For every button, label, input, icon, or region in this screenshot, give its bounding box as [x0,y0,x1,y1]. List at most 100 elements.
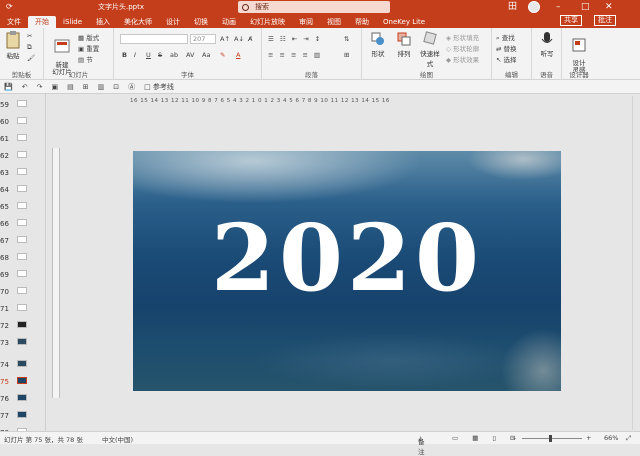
comments-button[interactable]: 批注 [594,15,616,26]
thumbnail-item[interactable]: 73 [0,334,40,352]
thumbnail-item[interactable]: 78 [0,424,40,431]
crop-icon[interactable]: ⊡ [113,83,119,91]
table-icon[interactable]: ▥ [98,83,105,91]
quick-styles-button[interactable]: 快速样式 [418,31,442,68]
tab-islide[interactable]: iSlide [56,16,89,28]
thumbnail-item[interactable]: 76 [0,390,40,408]
section-button[interactable]: ▤ 节 [78,54,93,64]
thumbnail-item[interactable]: 71 [0,300,40,318]
tab-transitions[interactable]: 切换 [187,16,215,28]
thumbnail-item[interactable]: 72 [0,317,40,335]
italic-button[interactable]: I [134,51,136,59]
group-editing: ⌕ 查找 ⇄ 替换 ↖ 选择 编辑 [492,28,532,80]
zoom-in-icon[interactable]: + [586,434,591,442]
vertical-scrollbar[interactable] [632,96,640,430]
thumbnail-item[interactable]: 62 [0,147,40,165]
font-name-input[interactable] [120,34,188,44]
shrink-font-icon[interactable]: A↓ [234,35,244,43]
select-button[interactable]: ↖ 选择 [496,54,517,64]
align-buttons[interactable]: ≡ ≡ ≡ ≡ ▥ [268,51,322,59]
tab-help[interactable]: 帮助 [348,16,376,28]
tab-review[interactable]: 审阅 [292,16,320,28]
tab-view[interactable]: 视图 [320,16,348,28]
zoom-out-icon[interactable]: – [513,434,516,442]
guides-checkbox[interactable]: □ 参考线 [144,82,174,92]
font-size-input[interactable]: 207 [190,34,216,44]
thumbnail-item[interactable]: 60 [0,113,40,131]
shape-fill-button[interactable]: ◈ 形状填充 [446,32,479,42]
thumbnail-item[interactable]: 66 [0,215,40,233]
layout-button[interactable]: ▦ 版式 [78,32,99,42]
reset-button[interactable]: ▣ 重置 [78,43,99,53]
grow-font-icon[interactable]: A↑ [220,35,230,43]
language-indicator[interactable]: 中文(中国) [102,434,133,444]
tab-file[interactable]: 文件 [0,16,28,28]
thumbnail-item[interactable]: 69 [0,266,40,284]
dictate-button[interactable]: 听写 [537,31,557,58]
list-buttons[interactable]: ☰ ☷ ⇤ ⇥ ↕ [268,35,322,43]
smartart-icon[interactable]: ⊞ [344,51,349,59]
shape-effects-button[interactable]: ◆ 形状效果 [446,54,479,64]
thumbnail-item[interactable]: 64 [0,181,40,199]
view-buttons[interactable]: ▭ ▦ ▯ ⊟ [452,434,522,442]
text-direction-icon[interactable]: ⇅ [344,35,349,43]
layout-icon-qat[interactable]: ▤ [67,83,74,91]
shape-button[interactable]: 形状 [368,31,388,58]
undo-icon[interactable]: ↶ [22,83,28,91]
shadow-button[interactable]: ab [170,51,178,59]
clear-format-icon[interactable]: A̸ [248,35,252,43]
fit-slide-icon[interactable]: ⤢ [626,434,631,443]
underline-button[interactable]: U [146,51,151,59]
thumbnail-item[interactable]: 61 [0,130,40,148]
ribbon-display-icon[interactable]: 田 [508,1,517,13]
user-avatar[interactable] [528,1,540,13]
strike-button[interactable]: S [158,51,162,59]
thumbnail-item[interactable]: 74 [0,356,40,374]
thumbnail-item[interactable]: 70 [0,283,40,301]
thumbnail-item-selected[interactable]: 75 [0,373,40,391]
slide-show-icon[interactable]: ▣ [51,83,58,91]
redo-icon[interactable]: ↷ [37,83,43,91]
tab-beautify[interactable]: 美化大师 [117,16,159,28]
tab-onekey[interactable]: OneKey Lite [376,16,432,28]
zoom-slider[interactable] [522,438,582,439]
zoom-slider-thumb[interactable] [549,435,552,442]
grid-icon[interactable]: ⊞ [83,83,89,91]
tab-animations[interactable]: 动画 [215,16,243,28]
bold-button[interactable]: B [122,51,127,59]
share-button[interactable]: 共享 [560,15,582,26]
zoom-level[interactable]: 66% [604,434,618,442]
save-icon[interactable]: 💾 [4,83,13,91]
close-icon[interactable]: ✕ [605,1,613,13]
maximize-icon[interactable]: □ [581,1,590,13]
font-color-icon[interactable]: A [236,51,240,59]
tab-home[interactable]: 开始 [28,16,56,28]
slide-canvas[interactable]: 2020 [133,151,561,391]
paste-button[interactable]: 粘贴 [4,31,22,60]
format-painter-icon[interactable]: 🖌 [27,54,35,62]
thumbnail-item[interactable]: 77 [0,407,40,425]
slide-title-year[interactable]: 2020 [133,203,561,313]
minimize-icon[interactable]: – [556,1,561,13]
tab-design[interactable]: 设计 [159,16,187,28]
thumbnail-item[interactable]: 68 [0,249,40,267]
highlight-icon[interactable]: ✎ [220,51,225,59]
tab-slideshow[interactable]: 幻灯片放映 [243,16,292,28]
replace-button[interactable]: ⇄ 替换 [496,43,517,53]
thumbnail-item[interactable]: 65 [0,198,40,216]
autosave-icon[interactable]: ⟳ [6,2,13,11]
design-ideas-button[interactable]: 设计 灵感 [566,31,592,74]
copy-icon[interactable]: ⧉ [27,43,32,52]
case-button[interactable]: Aa [202,51,210,59]
shape-outline-button[interactable]: ◇ 形状轮廓 [446,43,479,53]
tab-insert[interactable]: 插入 [89,16,117,28]
cut-icon[interactable]: ✂ [27,32,32,40]
thumbnail-item[interactable]: 59 [0,96,40,114]
spacing-button[interactable]: AV [186,51,194,59]
find-button[interactable]: ⌕ 查找 [496,32,515,43]
search-box[interactable]: 搜索 [238,1,390,13]
thumbnail-item[interactable]: 67 [0,232,40,250]
text-icon[interactable]: Ⓐ [128,82,135,92]
arrange-button[interactable]: 排列 [394,31,414,58]
thumbnail-item[interactable]: 63 [0,164,40,182]
